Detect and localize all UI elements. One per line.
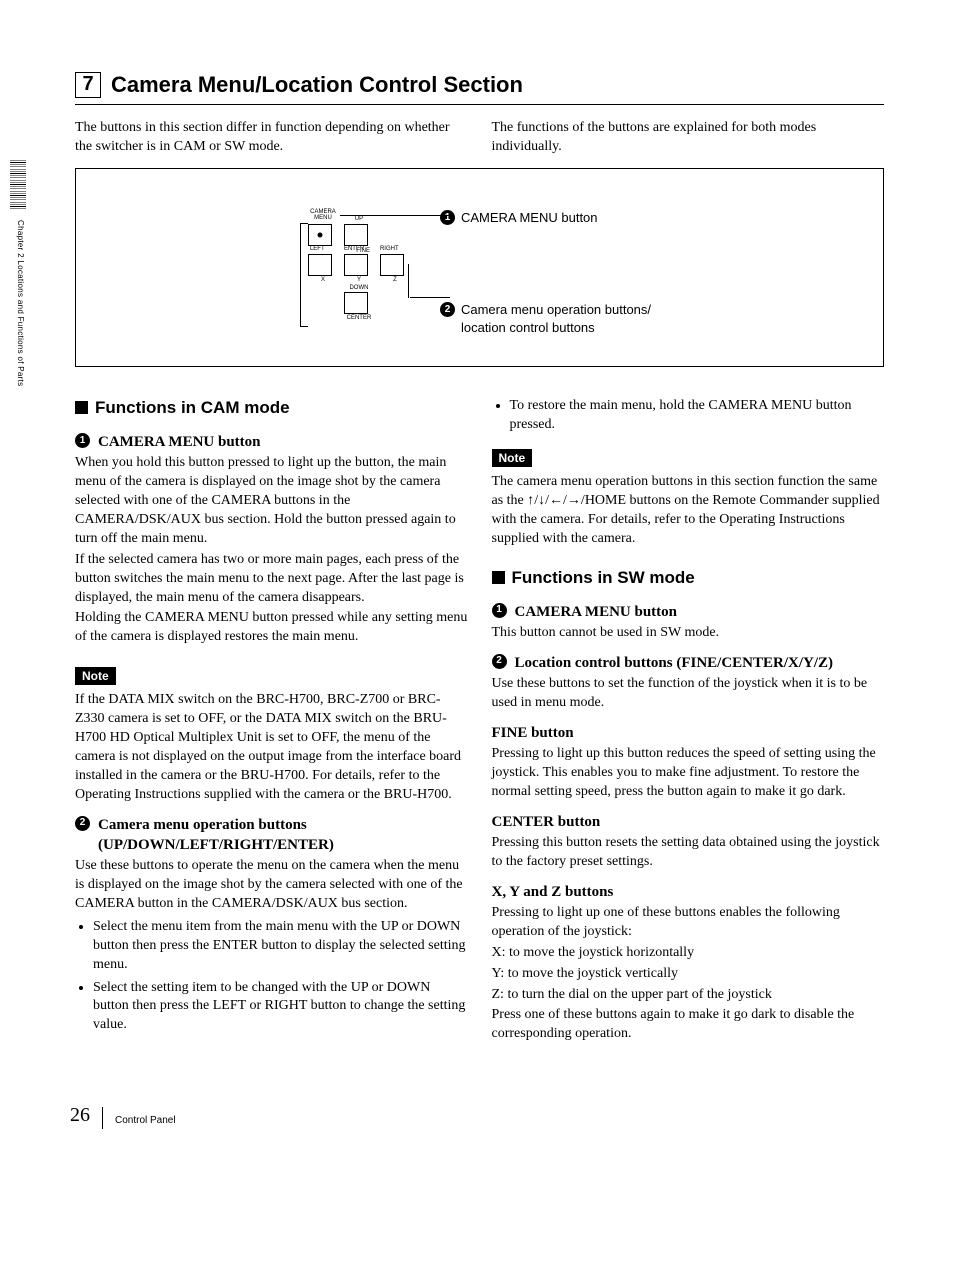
sw-item2-heading: 2 Location control buttons (FINE/CENTER/… [492,653,885,673]
xyz-z: Z: to turn the dial on the upper part of… [492,986,885,1005]
section-title-text: Camera Menu/Location Control Section [111,70,523,100]
cam-item1-p2: If the selected camera has two or more m… [75,551,468,608]
callout-1-text: CAMERA MENU button [461,209,598,227]
cam-item1-heading: 1 CAMERA MENU button [75,432,468,452]
cam-item2-heading: 2 Camera menu operation buttons (UP/DOWN… [75,815,468,856]
intro-left: The buttons in this section differ in fu… [75,119,468,157]
sw-item1-p1: This button cannot be used in SW mode. [492,624,885,643]
callout-2-text: Camera menu operation buttons/ location … [461,301,651,336]
cam-item2-b3: To restore the main menu, hold the CAMER… [510,397,885,435]
cam-item1-p1: When you hold this button pressed to lig… [75,454,468,548]
diagram-callouts: 1 CAMERA MENU button 2 Camera menu opera… [440,209,651,336]
cam-mode-heading: Functions in CAM mode [75,397,468,420]
intro-right: The functions of the buttons are explain… [492,119,885,157]
enter-button-icon [344,254,368,276]
sw-item2-p1: Use these buttons to set the function of… [492,675,885,713]
section-header: 7 Camera Menu/Location Control Section [75,70,884,105]
up-button-icon [344,224,368,246]
page-footer: 26 Control Panel [70,1102,884,1129]
xyz-p1: Pressing to light up one of these button… [492,904,885,942]
right-button-icon [380,254,404,276]
fine-heading: FINE button [492,723,885,743]
side-chapter-tab: Chapter 2 Locations and Functions of Par… [14,220,25,386]
footer-section-name: Control Panel [115,1114,176,1130]
cam-note1-text: If the DATA MIX switch on the BRC-H700, … [75,691,468,804]
cam-item2-p1: Use these buttons to operate the menu on… [75,857,468,914]
cam-note2-text: The camera menu operation buttons in thi… [492,473,885,549]
footer-divider [102,1107,103,1129]
callout-1-icon: 1 [440,210,455,225]
sw-mode-heading: Functions in SW mode [492,567,885,590]
intro-paragraphs: The buttons in this section differ in fu… [75,119,884,159]
cam-item2-b2: Select the setting item to be changed wi… [93,979,468,1036]
side-thumb-stripes [10,160,26,210]
fine-text: Pressing to light up this button reduces… [492,745,885,802]
down-button-icon [344,292,368,314]
xyz-x: X: to move the joystick horizontally [492,944,885,963]
center-heading: CENTER button [492,812,885,832]
button-panel-figure: CAMERA MENU UP FINE LEFT X ENTER [308,209,410,323]
cam-item2-bullets-cont: To restore the main menu, hold the CAMER… [492,397,885,435]
left-button-icon [308,254,332,276]
note-label-1: Note [75,667,116,685]
xyz-p2: Press one of these buttons again to make… [492,1006,885,1044]
note-label-2: Note [492,449,533,467]
right-column: To restore the main menu, hold the CAMER… [492,397,885,1046]
callout-2-icon: 2 [440,302,455,317]
cam-item2-b1: Select the menu item from the main menu … [93,918,468,975]
camera-menu-button-icon [308,224,332,246]
center-text: Pressing this button resets the setting … [492,834,885,872]
xyz-y: Y: to move the joystick vertically [492,965,885,984]
xyz-heading: X, Y and Z buttons [492,882,885,902]
sw-item1-heading: 1 CAMERA MENU button [492,602,885,622]
page-number: 26 [70,1102,90,1129]
cam-item1-p3: Holding the CAMERA MENU button pressed w… [75,609,468,647]
section-number-box: 7 [75,72,101,98]
page-title: 7 Camera Menu/Location Control Section [75,70,884,100]
panel-diagram: CAMERA MENU UP FINE LEFT X ENTER [75,168,884,367]
cam-item2-bullets: Select the menu item from the main menu … [75,918,468,1035]
left-column: Functions in CAM mode 1 CAMERA MENU butt… [75,397,468,1046]
